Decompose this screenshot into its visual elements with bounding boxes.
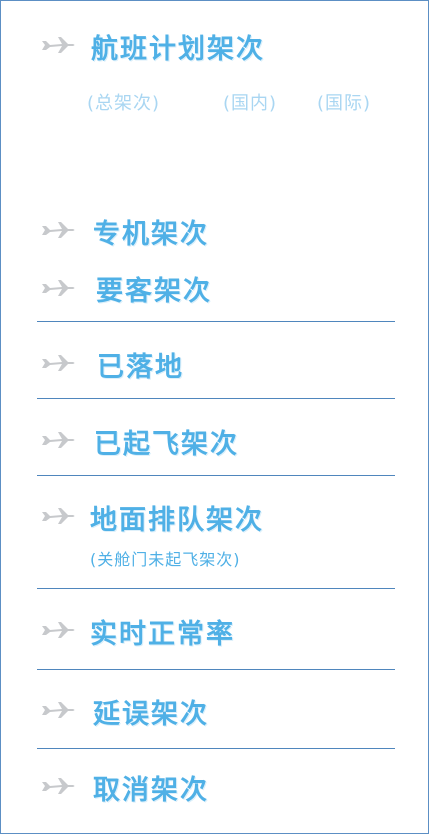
special-flight-count-label[interactable]: 专机架次: [93, 212, 209, 251]
airplane-icon: [40, 35, 76, 55]
departed-count-label[interactable]: 已起飞架次: [94, 422, 239, 461]
airplane-icon: [40, 506, 76, 526]
flight-plan-count-label[interactable]: 航班计划架次: [91, 27, 265, 66]
divider: [37, 669, 395, 670]
airplane-icon: [40, 776, 76, 796]
divider: [37, 748, 395, 749]
realtime-punctuality-label[interactable]: 实时正常率: [90, 612, 235, 651]
total-count-label: (总架次): [87, 93, 161, 114]
airplane-icon: [40, 220, 76, 240]
domestic-count-label: (国内): [223, 93, 278, 114]
cancelled-count-label[interactable]: 取消架次: [93, 768, 209, 807]
airplane-icon: [40, 620, 76, 640]
airplane-icon: [40, 353, 76, 373]
delayed-count-label[interactable]: 延误架次: [93, 692, 209, 731]
divider: [37, 398, 395, 399]
divider: [37, 321, 395, 322]
airplane-icon: [40, 278, 76, 298]
international-count-label: (国际): [317, 93, 372, 114]
ground-queue-sub-label: (关舱门未起飞架次): [90, 550, 241, 569]
ground-queue-count-label[interactable]: 地面排队架次: [90, 498, 264, 537]
airplane-icon: [40, 700, 76, 720]
vip-flight-count-label[interactable]: 要客架次: [96, 269, 212, 308]
flight-stats-panel: 航班计划架次 (总架次) (国内) (国际) 专机架次 要客架次 已落地 已起飞…: [0, 0, 429, 834]
airplane-icon: [40, 430, 76, 450]
divider: [37, 588, 395, 589]
divider: [37, 475, 395, 476]
landed-count-label[interactable]: 已落地: [97, 345, 184, 384]
